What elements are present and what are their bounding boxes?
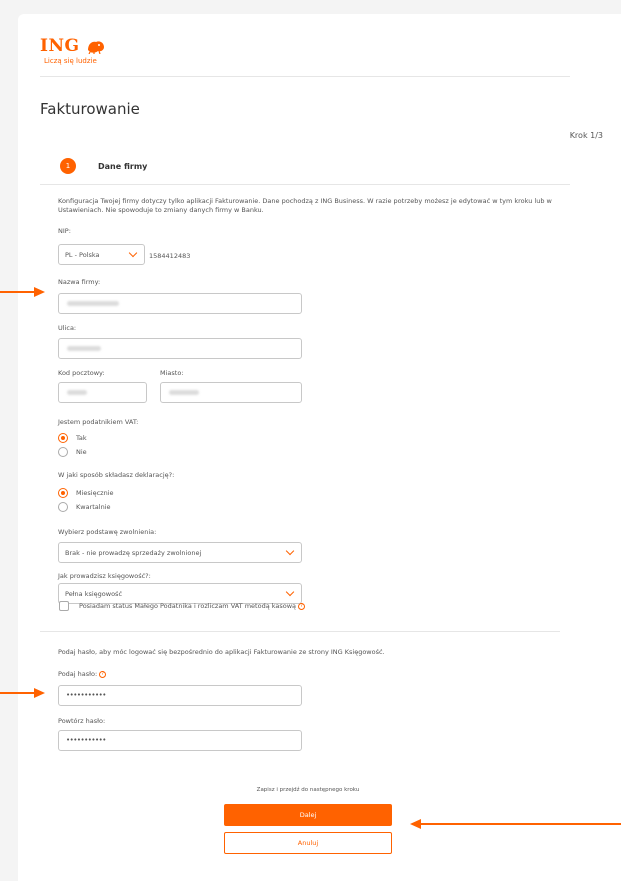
small-taxpayer-checkbox[interactable] — [59, 601, 69, 611]
annotation-arrow-company — [0, 291, 36, 293]
chevron-down-icon — [128, 248, 138, 258]
step-indicator: Krok 1/3 — [569, 131, 603, 140]
next-button[interactable]: Dalej — [224, 804, 392, 826]
password-value: ••••••••••• — [66, 691, 106, 699]
nip-value: 1584412483 — [149, 252, 191, 260]
intro-text: Konfiguracja Twojej firmy dotyczy tylko … — [58, 197, 552, 214]
country-select[interactable]: PL - Polska — [58, 244, 145, 265]
company-name-label: Nazwa firmy: — [58, 278, 101, 286]
nip-label: NIP: — [58, 227, 71, 235]
password-intro: Podaj hasło, aby móc logować się bezpośr… — [58, 648, 385, 656]
logo-wordmark: ING — [40, 36, 80, 56]
section-title: Dane firmy — [98, 162, 148, 171]
annotation-arrow-password — [0, 692, 36, 694]
country-select-value: PL - Polska — [65, 251, 100, 259]
vat-yes-radio[interactable] — [58, 433, 68, 443]
blurred-value — [67, 390, 87, 395]
arrowhead-right-icon — [34, 688, 45, 698]
form-card: ING Liczą się ludzie Fakturowanie Krok 1… — [18, 14, 621, 881]
accounting-label: Jak prowadzisz księgowość?: — [58, 572, 151, 580]
password-repeat-value: ••••••••••• — [66, 736, 106, 744]
postal-code-label: Kod pocztowy: — [58, 369, 105, 377]
small-taxpayer-label: Posiadam status Małego Podatnika i rozli… — [79, 602, 306, 610]
password-input[interactable]: ••••••••••• — [58, 685, 302, 706]
password-label-text: Podaj hasło: — [58, 670, 98, 678]
password-repeat-input[interactable]: ••••••••••• — [58, 730, 302, 751]
city-label: Miasto: — [160, 369, 184, 377]
password-label: Podaj hasło:? — [58, 670, 107, 678]
section-divider — [40, 184, 570, 185]
vat-yes-label: Tak — [76, 434, 87, 442]
annotation-arrow-next — [420, 823, 621, 825]
page-title: Fakturowanie — [40, 100, 140, 118]
accounting-select-value: Pełna księgowość — [65, 590, 123, 598]
exemption-label: Wybierz podstawę zwolnienia: — [58, 528, 157, 536]
chevron-down-icon — [285, 587, 295, 597]
save-note: Zapisz i przejdź do następnego kroku — [256, 787, 360, 793]
exemption-select-value: Brak - nie prowadzę sprzedaży zwolnionej — [65, 549, 202, 557]
monthly-radio[interactable] — [58, 488, 68, 498]
blurred-value — [67, 346, 101, 351]
street-input[interactable] — [58, 338, 302, 359]
lion-icon — [88, 41, 104, 54]
vat-no-radio[interactable] — [58, 447, 68, 457]
password-repeat-label: Powtórz hasło: — [58, 717, 106, 725]
street-label: Ulica: — [58, 324, 77, 332]
postal-code-input[interactable] — [58, 382, 147, 403]
vat-payer-label: Jestem podatnikiem VAT: — [58, 418, 139, 426]
monthly-label: Miesięcznie — [76, 489, 114, 497]
declaration-label: W jaki sposób składasz deklarację?: — [58, 471, 175, 479]
arrowhead-left-icon — [410, 819, 421, 829]
info-icon[interactable]: ? — [99, 670, 107, 678]
logo-slogan: Liczą się ludzie — [44, 57, 97, 65]
header-divider — [40, 76, 570, 77]
exemption-select[interactable]: Brak - nie prowadzę sprzedaży zwolnionej — [58, 542, 302, 563]
chevron-down-icon — [285, 546, 295, 556]
quarterly-radio[interactable] — [58, 502, 68, 512]
ing-logo: ING Liczą się ludzie — [40, 36, 104, 65]
info-icon[interactable]: ? — [298, 602, 306, 610]
vat-no-label: Nie — [76, 448, 87, 456]
quarterly-label: Kwartalnie — [76, 503, 111, 511]
blurred-value — [67, 301, 119, 306]
step-number-badge: 1 — [60, 158, 76, 174]
password-divider — [40, 631, 560, 632]
company-name-input[interactable] — [58, 293, 302, 314]
accounting-select[interactable]: Pełna księgowość — [58, 583, 302, 604]
blurred-value — [169, 390, 199, 395]
cancel-button[interactable]: Anuluj — [224, 832, 392, 854]
city-input[interactable] — [160, 382, 302, 403]
small-taxpayer-text: Posiadam status Małego Podatnika i rozli… — [79, 602, 297, 610]
arrowhead-right-icon — [34, 287, 45, 297]
